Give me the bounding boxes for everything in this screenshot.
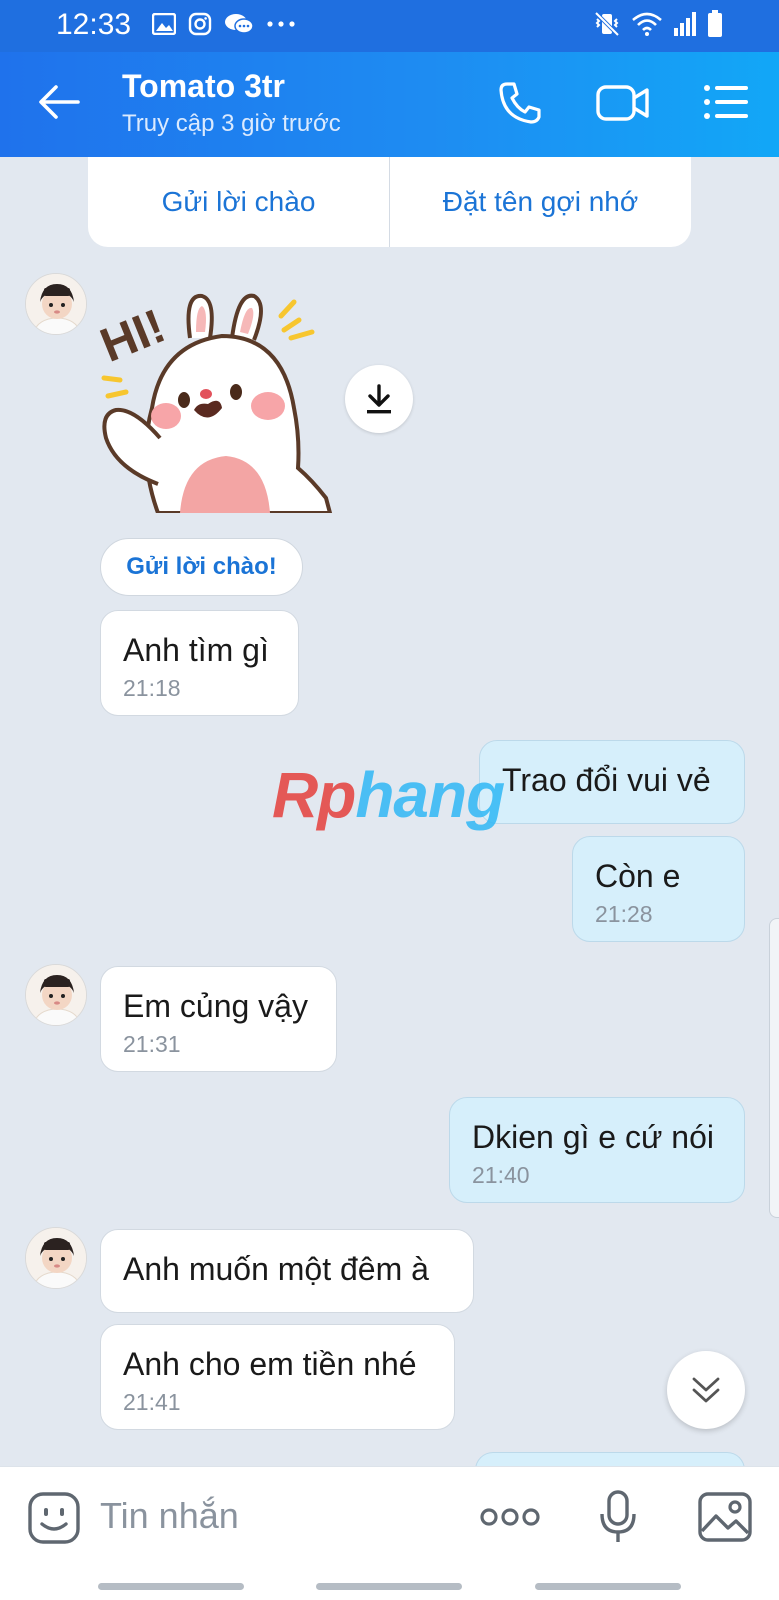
download-icon <box>367 384 391 414</box>
message-input[interactable]: Tin nhắn <box>100 1495 239 1537</box>
message-text: Anh muốn một đêm à <box>123 1251 429 1287</box>
scroll-to-bottom-button[interactable] <box>667 1351 745 1429</box>
message-text: Em củng vậy <box>123 988 308 1024</box>
message-text: Anh cho em tiền nhé <box>123 1346 417 1382</box>
mute-vibrate-icon <box>594 11 620 37</box>
send-greeting-button[interactable]: Gửi lời chào <box>88 157 389 247</box>
message-composer: Tin nhắn <box>0 1466 779 1600</box>
message-bubble-incoming[interactable]: Anh muốn một đêm à <box>100 1229 474 1313</box>
message-bubble-incoming[interactable]: Anh tìm gì 21:18 <box>100 610 299 716</box>
image-gallery-icon[interactable] <box>697 1491 753 1543</box>
message-bubble-outgoing[interactable]: Còn e 21:28 <box>572 836 745 942</box>
status-time: 12:33 <box>56 8 132 41</box>
download-button[interactable] <box>345 365 413 433</box>
contact-name[interactable]: Tomato 3tr <box>122 68 285 105</box>
message-bubble-incoming[interactable]: Anh cho em tiền nhé 21:41 <box>100 1324 455 1430</box>
nav-bar-hint <box>98 1583 244 1590</box>
double-chevron-down-icon <box>692 1377 720 1403</box>
message-time: 21:40 <box>472 1162 530 1188</box>
set-nickname-button[interactable]: Đặt tên gợi nhớ <box>390 157 691 247</box>
microphone-icon[interactable] <box>598 1489 638 1545</box>
phone-icon[interactable] <box>497 80 543 126</box>
message-time: 21:31 <box>123 1031 181 1057</box>
message-bubble-outgoing[interactable]: Trao đổi vui vẻ <box>479 740 745 824</box>
message-text: Trao đổi vui vẻ <box>502 762 711 798</box>
back-arrow-icon[interactable] <box>38 84 80 120</box>
scrollbar[interactable] <box>769 918 779 1218</box>
message-bubble-outgoing[interactable]: Dkien gì e cứ nói 21:40 <box>449 1097 745 1203</box>
message-bubble-incoming[interactable]: Em củng vậy 21:31 <box>100 966 337 1072</box>
avatar[interactable] <box>25 964 87 1026</box>
message-text: Anh tìm gì <box>123 632 269 668</box>
watermark-logo: Rphang <box>272 759 505 831</box>
video-call-icon[interactable] <box>596 84 650 122</box>
status-bar: 12:33 <box>0 0 779 52</box>
message-time: 21:18 <box>123 675 181 701</box>
greeting-quick-reply[interactable]: Gửi lời chào! <box>100 538 303 596</box>
signal-icon <box>674 12 696 36</box>
emoji-icon[interactable] <box>27 1491 81 1545</box>
last-seen-status: Truy cập 3 giờ trước <box>122 110 341 137</box>
messenger-icon <box>225 14 254 34</box>
nav-bar-hint <box>535 1583 681 1590</box>
contact-action-card: Gửi lời chào Đặt tên gợi nhớ <box>88 157 691 247</box>
avatar[interactable] <box>25 273 87 335</box>
message-time: 21:41 <box>123 1389 181 1415</box>
menu-list-icon[interactable] <box>703 84 749 120</box>
more-options-icon[interactable] <box>480 1507 540 1527</box>
message-time: 21:28 <box>595 901 653 927</box>
image-icon <box>152 13 176 35</box>
message-text: Dkien gì e cứ nói <box>472 1119 714 1155</box>
sticker-text: HI! <box>98 300 173 373</box>
battery-icon <box>708 10 722 37</box>
message-text: Còn e <box>595 858 681 894</box>
hi-sticker[interactable]: HI! <box>93 288 338 515</box>
instagram-icon <box>188 12 212 36</box>
more-dots-icon <box>267 21 295 27</box>
chat-header: Tomato 3tr Truy cập 3 giờ trước <box>0 52 779 157</box>
avatar[interactable] <box>25 1227 87 1289</box>
wifi-icon <box>632 12 662 36</box>
nav-bar-hint <box>316 1583 462 1590</box>
